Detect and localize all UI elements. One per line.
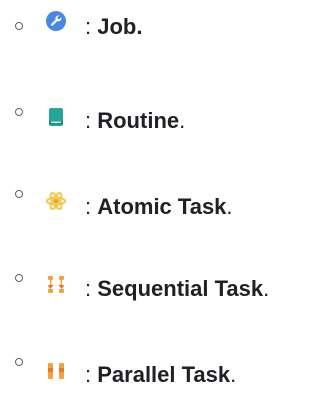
legend-suffix: . (230, 362, 237, 387)
wrench-icon (45, 10, 67, 32)
separator: : (85, 14, 98, 39)
legend-name: Routine (97, 108, 180, 133)
legend-name: Atomic Task (97, 194, 227, 219)
legend-label: : Atomic Task. (85, 194, 233, 220)
parallel-icon (45, 360, 67, 382)
legend-label: : Parallel Task. (85, 362, 236, 388)
legend-suffix: . (136, 14, 143, 39)
separator: : (85, 362, 98, 387)
separator: : (85, 108, 98, 133)
bullet-icon (15, 190, 23, 198)
legend-suffix: . (179, 108, 186, 133)
legend-label: : Sequential Task. (85, 276, 269, 302)
legend-suffix: . (226, 194, 233, 219)
legend-name: Parallel Task (97, 362, 231, 387)
bullet-icon (15, 274, 23, 282)
book-icon (45, 106, 67, 128)
legend-label: : Job. (85, 14, 142, 40)
sequential-icon (45, 273, 67, 295)
bullet-icon (15, 108, 23, 116)
atom-icon (45, 190, 67, 212)
bullet-icon (15, 358, 23, 366)
legend-label: : Routine. (85, 108, 185, 134)
legend-suffix: . (263, 276, 270, 301)
legend-name: Job (97, 14, 137, 39)
separator: : (85, 194, 98, 219)
bullet-icon (15, 22, 23, 30)
separator: : (85, 276, 98, 301)
legend-name: Sequential Task (97, 276, 264, 301)
